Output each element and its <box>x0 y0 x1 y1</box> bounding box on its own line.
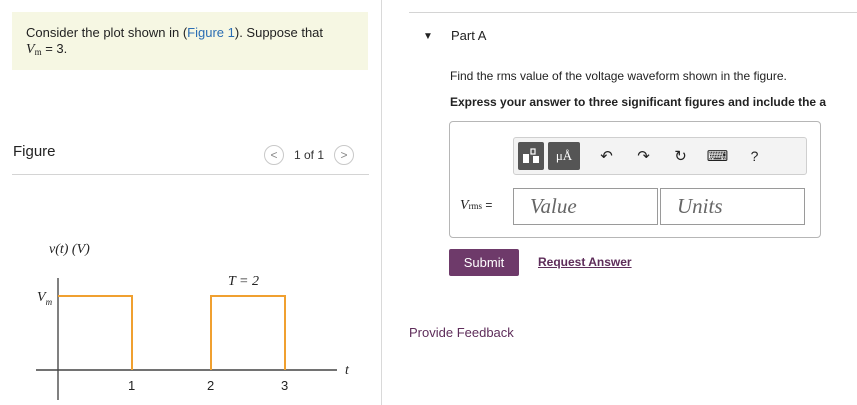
figure-title: Figure <box>13 143 56 160</box>
templates-icon[interactable] <box>518 142 544 170</box>
part-title[interactable]: Part A <box>451 28 486 43</box>
help-icon[interactable]: ? <box>736 148 773 164</box>
figure-pager-text: 1 of 1 <box>294 148 325 162</box>
vm-value: = 3. <box>41 41 68 56</box>
redo-icon[interactable]: ↷ <box>625 147 662 165</box>
panel-divider <box>381 0 382 405</box>
math-toolbar: μÅ ↶ ↷ ↻ ⌨ ? <box>513 137 807 175</box>
answer-instruction: Express your answer to three significant… <box>450 95 827 109</box>
figure-pager: < 1 of 1 > <box>264 143 355 167</box>
figure-link[interactable]: Figure 1 <box>187 25 235 40</box>
vm-var: Vm <box>26 42 42 57</box>
problem-statement: Consider the plot shown in (Figure 1). S… <box>12 12 368 70</box>
question-text: Find the rms value of the voltage wavefo… <box>450 69 787 83</box>
templates-glyph <box>523 148 539 163</box>
t-axis-label: t <box>345 363 350 378</box>
problem-text-rest: ). Suppose that <box>234 25 324 40</box>
figure-divider <box>12 174 369 175</box>
value-input[interactable] <box>513 188 658 225</box>
prev-figure-button[interactable]: < <box>264 145 284 165</box>
submit-button[interactable]: Submit <box>449 249 519 276</box>
x-tick-2: 2 <box>207 378 214 393</box>
collapse-caret-icon[interactable]: ▼ <box>423 31 433 42</box>
pulse-2 <box>210 295 286 370</box>
pulse-1 <box>58 295 133 370</box>
period-label: T = 2 <box>228 274 259 289</box>
waveform-plot: v(t) (V) Vm T = 2 t 1 2 3 <box>36 242 350 400</box>
request-answer-link[interactable]: Request Answer <box>538 255 632 269</box>
undo-icon[interactable]: ↶ <box>588 147 625 165</box>
problem-text: Consider the plot shown in ( <box>26 25 188 40</box>
reset-icon[interactable]: ↻ <box>662 147 699 165</box>
y-axis-label: v(t) (V) <box>49 242 90 257</box>
keyboard-icon[interactable]: ⌨ <box>699 147 736 165</box>
next-figure-button[interactable]: > <box>334 145 355 165</box>
provide-feedback-link[interactable]: Provide Feedback <box>409 325 514 340</box>
vrms-label: Vrms = <box>460 198 493 213</box>
x-tick-1: 1 <box>128 378 135 393</box>
part-top-rule <box>409 12 857 13</box>
x-tick-3: 3 <box>281 378 288 393</box>
units-input[interactable] <box>660 188 805 225</box>
vm-label: Vm <box>37 290 53 307</box>
units-symbol-button[interactable]: μÅ <box>548 142 580 170</box>
